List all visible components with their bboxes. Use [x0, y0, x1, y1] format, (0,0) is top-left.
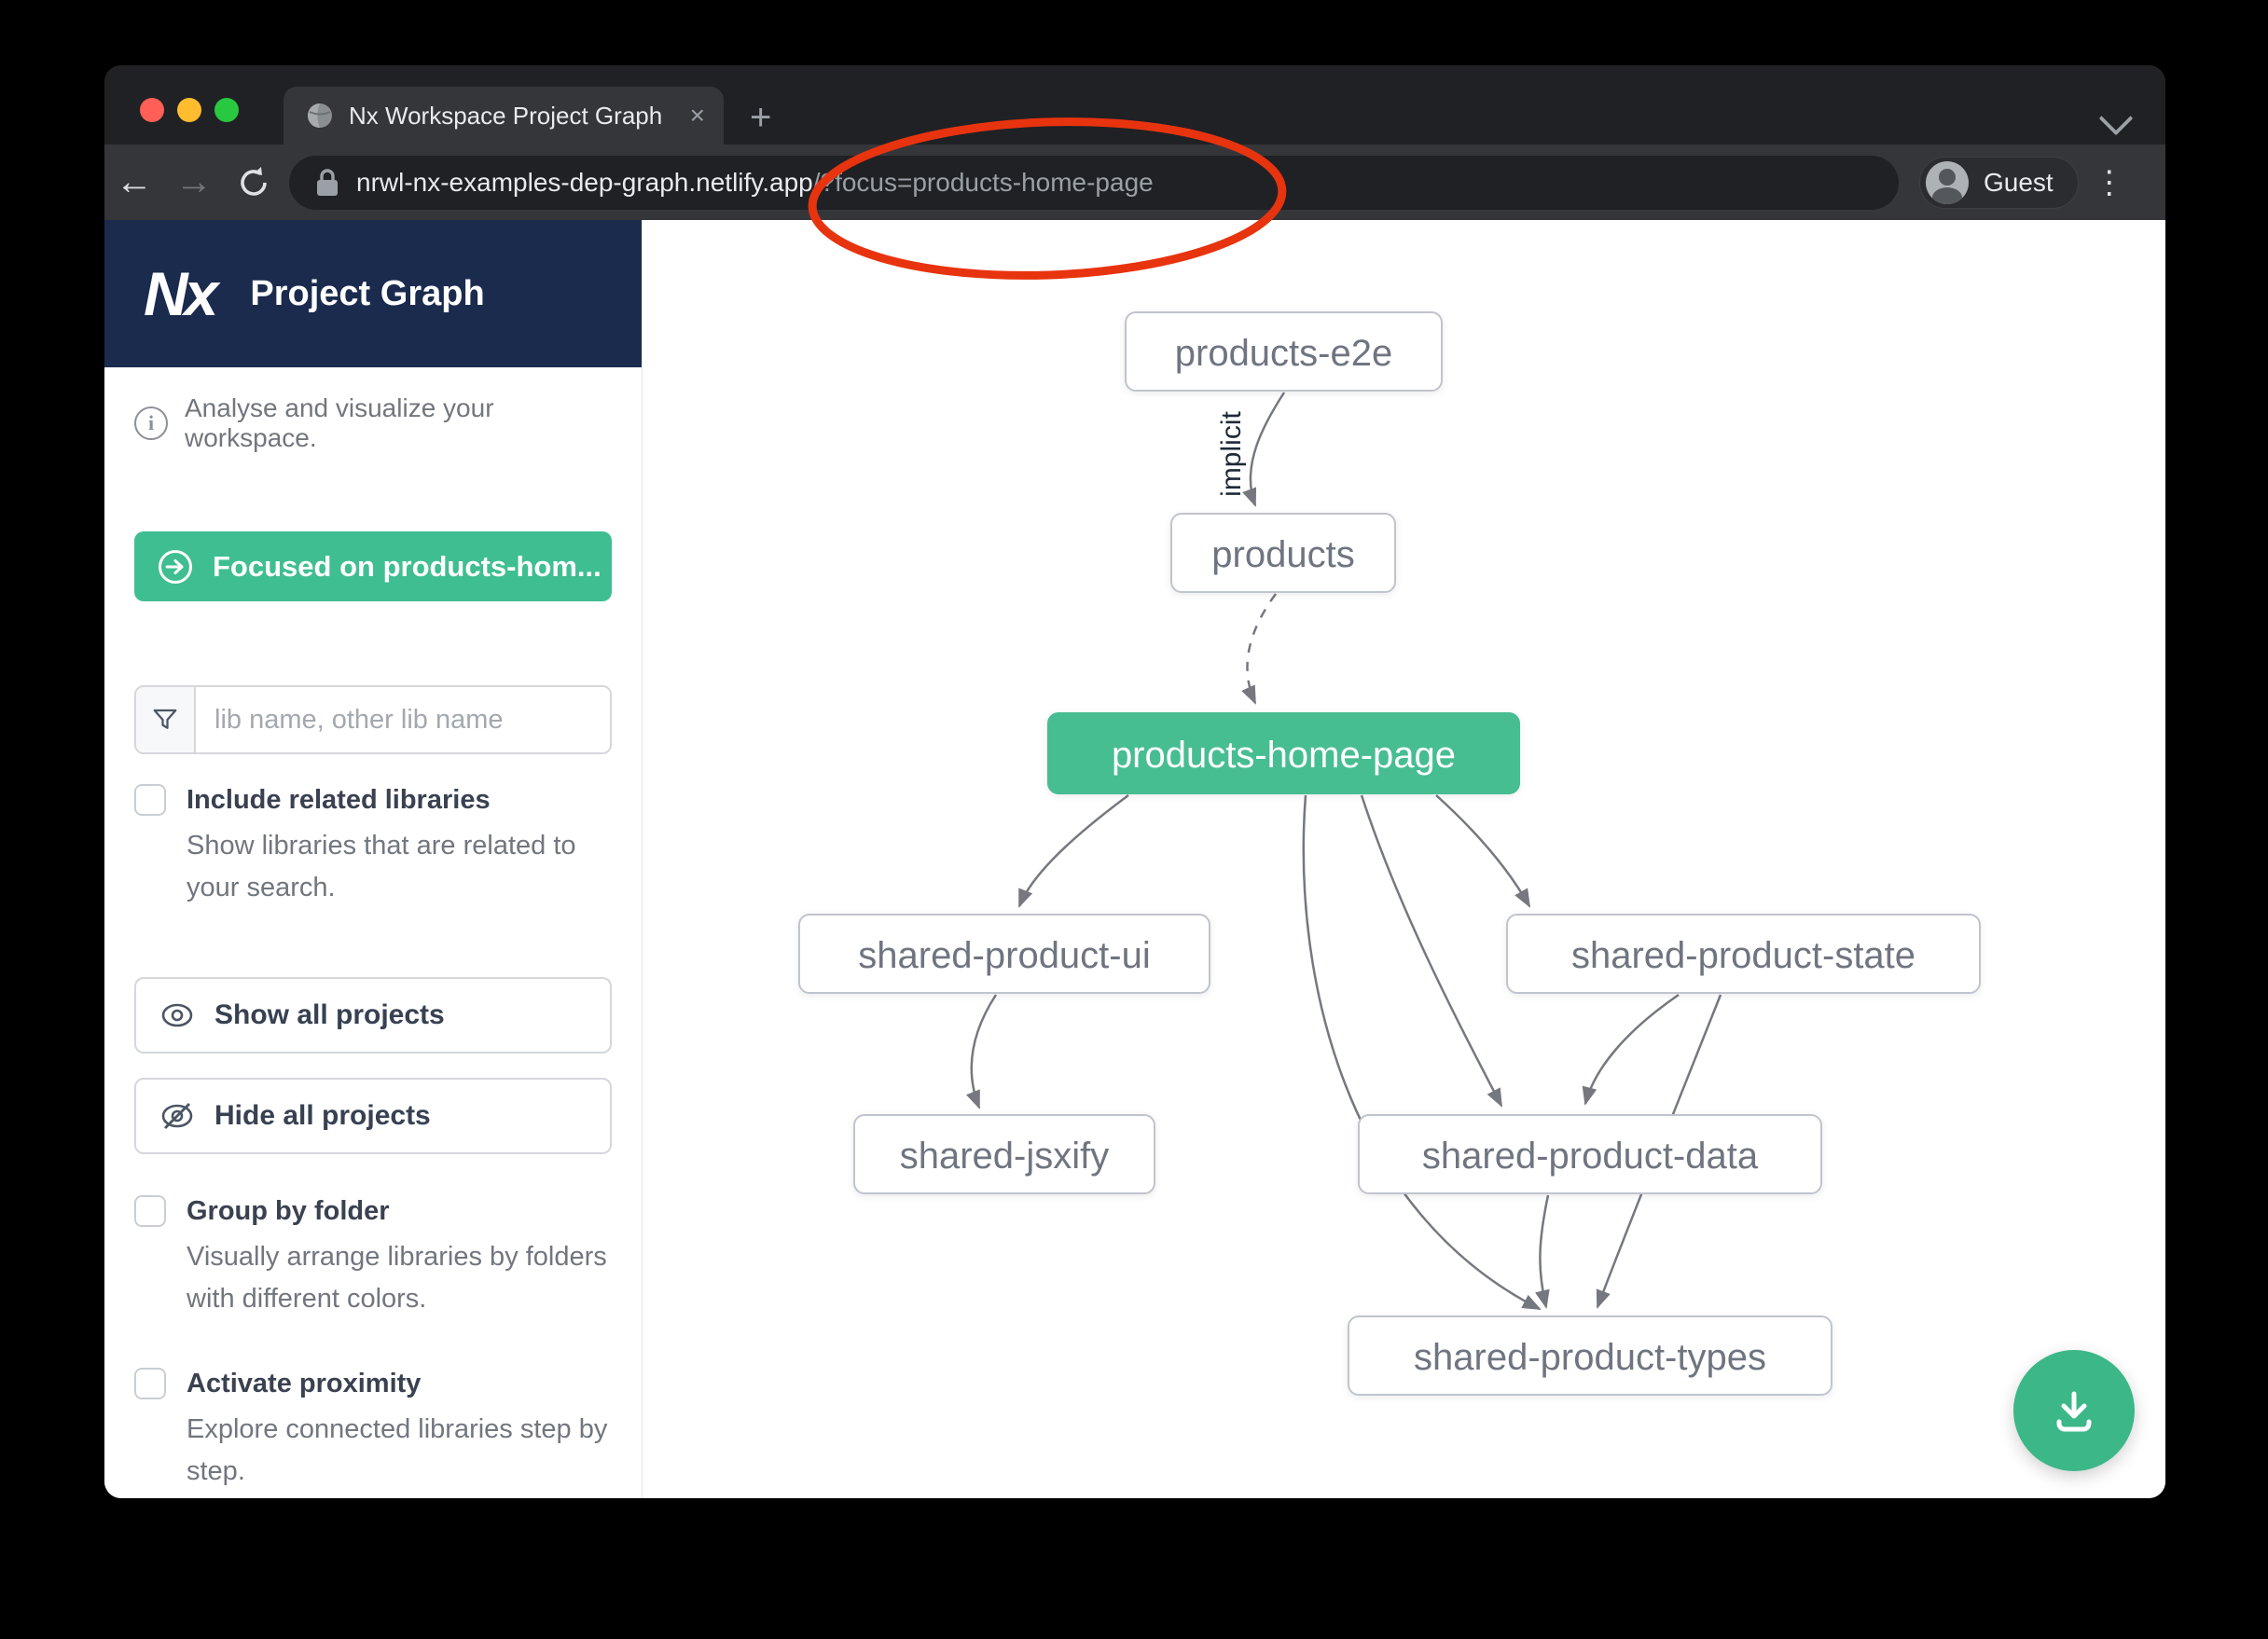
edge-home-data — [1362, 795, 1501, 1106]
url-domain: nrwl-nx-examples-dep-graph.netlify.app — [356, 168, 813, 197]
screenshot-stage: Nx Workspace Project Graph × + ← → — [0, 0, 2268, 1639]
download-graph-button[interactable] — [2013, 1350, 2135, 1471]
download-icon — [2046, 1383, 2102, 1439]
graph-node-shared-product-types[interactable]: shared-product-types — [1348, 1315, 1832, 1396]
nx-logo: Nx — [144, 263, 214, 324]
tab-close-icon[interactable]: × — [690, 101, 705, 131]
minimize-window-button[interactable] — [177, 98, 201, 122]
address-bar[interactable]: nrwl-nx-examples-dep-graph.netlify.app/?… — [289, 156, 1899, 210]
graph-edges: implicit — [643, 220, 2165, 1498]
reload-icon — [235, 164, 272, 201]
option-group-by-folder: Group by folder Visually arrange librari… — [134, 1193, 612, 1320]
option-include-related: Include related libraries Show libraries… — [134, 782, 612, 909]
edge-home-ui — [1019, 795, 1128, 906]
graph-canvas[interactable]: implicit products-e2e products products-… — [643, 220, 2165, 1498]
info-icon: i — [134, 406, 168, 440]
edge-products-home — [1247, 594, 1276, 703]
graph-node-shared-product-state[interactable]: shared-product-state — [1506, 914, 1981, 994]
group-by-folder-label: Group by folder — [187, 1193, 612, 1229]
group-by-folder-checkbox[interactable] — [134, 1195, 166, 1227]
browser-menu-button[interactable]: ⋮ — [2079, 164, 2140, 201]
hide-all-projects-button[interactable]: Hide all projects — [134, 1078, 612, 1154]
edge-home-state — [1436, 795, 1529, 906]
profile-name: Guest — [1984, 168, 2054, 198]
tagline-row: i Analyse and visualize your workspace. — [134, 393, 612, 453]
focused-on-button[interactable]: Focused on products-hom... — [134, 531, 612, 601]
sidebar: Nx Project Graph i Analyse and visualize… — [104, 220, 643, 1498]
edge-data-types — [1540, 1195, 1548, 1307]
page-content: Nx Project Graph i Analyse and visualize… — [104, 220, 2165, 1498]
zoom-window-button[interactable] — [214, 98, 239, 122]
traffic-lights — [140, 98, 239, 122]
graph-node-shared-jsxify[interactable]: shared-jsxify — [853, 1114, 1155, 1194]
reload-button[interactable] — [224, 164, 284, 201]
eye-icon — [160, 1003, 194, 1027]
include-related-label: Include related libraries — [187, 782, 612, 818]
option-activate-proximity: Activate proximity Explore connected lib… — [134, 1366, 612, 1493]
back-button[interactable]: ← — [104, 161, 164, 203]
globe-favicon-icon — [306, 102, 334, 130]
activate-proximity-description: Explore connected libraries step by step… — [187, 1409, 612, 1493]
include-related-checkbox[interactable] — [134, 784, 166, 816]
url-path: /?focus=products-home-page — [813, 168, 1154, 197]
edge-home-types — [1304, 795, 1540, 1309]
graph-node-products-home-page[interactable]: products-home-page — [1047, 712, 1520, 794]
edge-state-data — [1585, 995, 1679, 1104]
show-all-projects-button[interactable]: Show all projects — [134, 977, 612, 1054]
edge-ui-jsxify — [972, 995, 996, 1108]
focused-on-label: Focused on products-hom... — [213, 550, 602, 584]
app-title: Project Graph — [250, 274, 484, 314]
browser-toolbar: ← → nrwl-nx-examples-dep-graph.netlify.a… — [104, 145, 2165, 220]
activate-proximity-label: Activate proximity — [187, 1366, 612, 1401]
graph-node-products-e2e[interactable]: products-e2e — [1125, 311, 1443, 392]
show-all-projects-label: Show all projects — [214, 999, 445, 1031]
url-text: nrwl-nx-examples-dep-graph.netlify.app/?… — [356, 168, 1154, 198]
include-related-description: Show libraries that are related to your … — [187, 825, 612, 909]
hide-all-projects-label: Hide all projects — [214, 1100, 431, 1132]
edge-e2e-products — [1251, 393, 1284, 505]
tagline-text: Analyse and visualize your workspace. — [185, 393, 612, 453]
profile-button[interactable]: Guest — [1919, 157, 2079, 209]
eye-off-icon — [160, 1102, 194, 1130]
edge-label-implicit: implicit — [1216, 411, 1247, 497]
graph-node-shared-product-data[interactable]: shared-product-data — [1358, 1114, 1822, 1194]
arrow-right-circle-icon — [157, 548, 194, 585]
avatar-icon — [1926, 161, 1969, 204]
active-tab[interactable]: Nx Workspace Project Graph × — [284, 87, 724, 145]
graph-node-products[interactable]: products — [1170, 513, 1396, 593]
sidebar-header: Nx Project Graph — [104, 220, 642, 367]
browser-window: Nx Workspace Project Graph × + ← → — [104, 65, 2165, 1498]
tab-title: Nx Workspace Project Graph — [349, 102, 677, 131]
tab-search-chevron-icon[interactable] — [2099, 102, 2134, 136]
filter-input-group — [134, 685, 612, 754]
close-window-button[interactable] — [140, 98, 164, 122]
forward-button[interactable]: → — [164, 161, 224, 203]
tab-strip: Nx Workspace Project Graph × + — [104, 65, 2165, 145]
funnel-icon — [136, 687, 196, 752]
new-tab-button[interactable]: + — [750, 101, 771, 134]
group-by-folder-description: Visually arrange libraries by folders wi… — [187, 1236, 612, 1320]
filter-input[interactable] — [196, 687, 610, 752]
lock-icon — [315, 168, 339, 198]
activate-proximity-checkbox[interactable] — [134, 1368, 166, 1399]
graph-node-shared-product-ui[interactable]: shared-product-ui — [798, 914, 1210, 994]
